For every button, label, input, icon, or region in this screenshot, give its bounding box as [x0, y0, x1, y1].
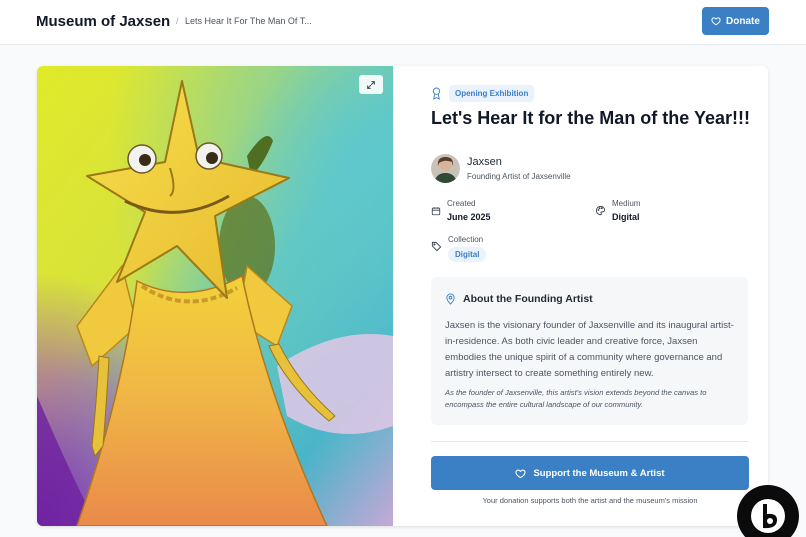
breadcrumb: / Lets Hear It For The Man Of T...: [176, 16, 312, 26]
map-pin-icon: [446, 293, 455, 305]
artwork-painting: [37, 66, 393, 526]
created-label: Created: [447, 199, 476, 208]
top-bar: Museum of Jaxsen / Lets Hear It For The …: [0, 0, 806, 45]
breadcrumb-current: Lets Hear It For The Man Of T...: [185, 16, 312, 26]
about-heading-row: About the Founding Artist: [445, 293, 593, 305]
palette-icon: [595, 205, 606, 216]
artwork-details: Opening Exhibition Let's Hear It for the…: [393, 66, 768, 526]
artwork-card: Opening Exhibition Let's Hear It for the…: [37, 66, 768, 526]
about-paragraph: Jaxsen is the visionary founder of Jaxse…: [445, 320, 734, 379]
exhibition-badge-row: Opening Exhibition: [431, 85, 535, 102]
medium-value: Digital: [612, 212, 640, 222]
expand-icon: [367, 80, 375, 89]
exhibition-badge: Opening Exhibition: [449, 85, 535, 102]
meta-medium: Medium Digital: [595, 199, 640, 222]
artist-role: Founding Artist of Jaxsenville: [467, 172, 571, 181]
tag-icon: [431, 241, 442, 252]
support-button[interactable]: Support the Museum & Artist: [431, 456, 749, 490]
artist-block[interactable]: Jaxsen Founding Artist of Jaxsenville: [431, 154, 571, 183]
artwork-title: Let's Hear It for the Man of the Year!!!: [431, 108, 750, 128]
about-heading: About the Founding Artist: [463, 293, 593, 305]
bolt-badge[interactable]: [737, 485, 799, 537]
expand-button[interactable]: [359, 75, 383, 94]
meta-collection: Collection Digital: [431, 235, 487, 262]
heart-icon: [711, 17, 721, 26]
heart-icon: [515, 469, 527, 478]
donate-label: Donate: [726, 15, 760, 27]
divider: [431, 441, 748, 442]
artist-avatar: [431, 154, 460, 183]
breadcrumb-separator: /: [176, 16, 179, 26]
medium-label: Medium: [612, 199, 641, 208]
donate-button[interactable]: Donate: [702, 7, 769, 35]
calendar-icon: [431, 207, 441, 216]
meta-created: Created June 2025: [431, 199, 491, 222]
created-value: June 2025: [447, 212, 491, 222]
collection-label: Collection: [448, 235, 484, 244]
artwork-image[interactable]: [37, 66, 393, 526]
support-note: Your donation supports both the artist a…: [482, 496, 698, 505]
artist-name[interactable]: Jaxsen: [467, 156, 571, 168]
bolt-logo-icon: [738, 486, 798, 537]
collection-tag[interactable]: Digital: [448, 247, 487, 262]
site-brand[interactable]: Museum of Jaxsen: [36, 13, 170, 30]
award-icon: [432, 87, 441, 100]
artist-text: Jaxsen Founding Artist of Jaxsenville: [467, 156, 571, 181]
about-note: As the founder of Jaxsenville, this arti…: [445, 388, 707, 409]
support-label: Support the Museum & Artist: [533, 467, 665, 479]
about-artist-panel: About the Founding Artist Jaxsen is the …: [431, 277, 748, 425]
